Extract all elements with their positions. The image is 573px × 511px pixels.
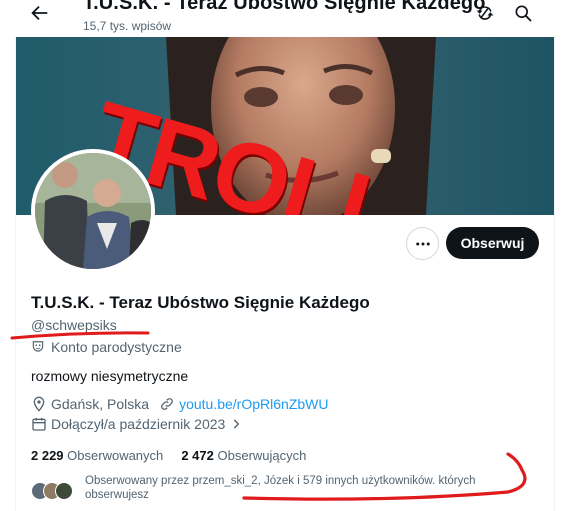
refresh-icon[interactable] bbox=[475, 3, 495, 23]
header-title: T.U.S.K. - Teraz Ubóstwo Sięgnie Każdego bbox=[83, 0, 486, 14]
parody-mask-icon bbox=[32, 341, 44, 352]
profile-location: Gdańsk, Polska bbox=[51, 396, 150, 412]
location-pin-icon bbox=[33, 396, 45, 412]
avatar[interactable] bbox=[31, 149, 155, 273]
following-count: 2 229 bbox=[31, 448, 64, 463]
parody-label-text: Konto parodystyczne bbox=[51, 339, 182, 355]
more-dots-icon bbox=[415, 242, 430, 245]
profile-joined-row[interactable]: Dołączył/a październik 2023 bbox=[31, 416, 247, 432]
chevron-right-icon bbox=[234, 419, 240, 429]
link-icon bbox=[161, 398, 173, 410]
avatar-photo bbox=[35, 153, 151, 269]
more-options-button[interactable] bbox=[406, 227, 439, 260]
profile-name: T.U.S.K. - Teraz Ubóstwo Sięgnie Każdego bbox=[31, 293, 370, 312]
red-swoosh-annotation bbox=[242, 452, 527, 501]
calendar-icon bbox=[32, 418, 46, 431]
profile-bio: rozmowy niesymetryczne bbox=[31, 368, 189, 384]
follower-avatar bbox=[55, 482, 73, 500]
profile-website-link[interactable]: youtu.be/rOpRl6nZbWU bbox=[179, 396, 328, 412]
following-label: Obserwowanych bbox=[67, 448, 164, 463]
following-stat[interactable]: 2 229 Obserwowanych bbox=[31, 448, 163, 463]
top-bar: T.U.S.K. - Teraz Ubóstwo Sięgnie Każdego… bbox=[0, 0, 573, 37]
follow-button[interactable]: Obserwuj bbox=[446, 227, 539, 259]
arrow-left-icon[interactable] bbox=[28, 2, 50, 24]
profile-joined: Dołączył/a październik 2023 bbox=[51, 416, 226, 432]
post-count: 15,7 tys. wpisów bbox=[83, 19, 172, 33]
profile-meta-row: Gdańsk, Polska youtu.be/rOpRl6nZbWU bbox=[31, 396, 328, 412]
search-icon[interactable] bbox=[513, 3, 533, 23]
parody-label: Konto parodystyczne bbox=[31, 339, 182, 355]
followers-count: 2 472 bbox=[181, 448, 214, 463]
